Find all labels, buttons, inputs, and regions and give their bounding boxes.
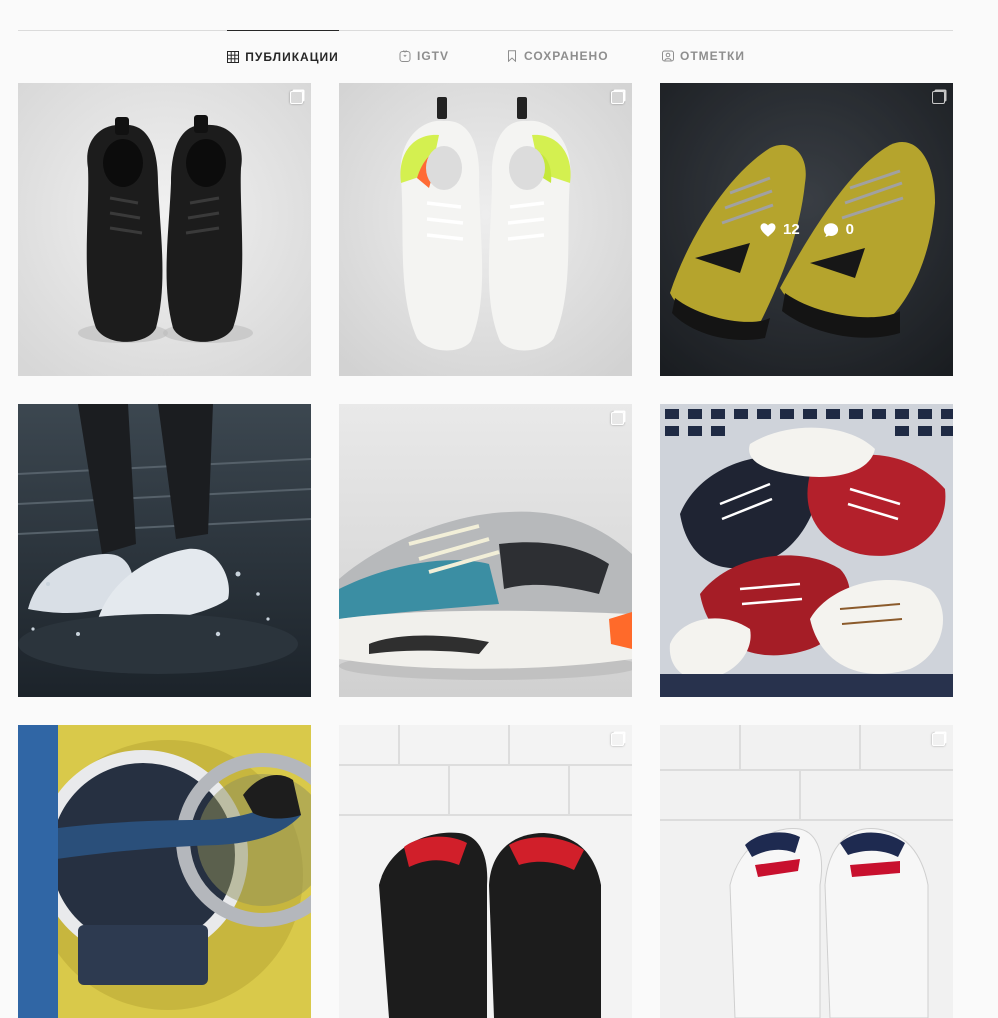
post-photo-washing-machine [18,725,311,1018]
carousel-icon [611,91,624,104]
tab-saved-label: СОХРАНЕНО [524,49,609,63]
post-tile[interactable] [339,404,632,697]
post-photo-yeezy [339,404,632,697]
post-photo-red-black-sneakers [339,725,632,1018]
heart-icon [760,222,776,237]
likes-count: 12 [782,221,800,238]
comments-count: 0 [845,221,855,238]
carousel-icon [932,733,945,746]
post-photo-splash-sneakers [18,404,311,697]
post-tile[interactable] [339,725,632,1018]
post-tile[interactable] [18,83,311,376]
post-photo-black-sneakers [18,83,311,376]
post-tile[interactable] [339,83,632,376]
post-tile[interactable] [18,404,311,697]
tab-tagged-label: ОТМЕТКИ [680,49,745,63]
post-tile[interactable] [18,725,311,1018]
likes-stat: 12 [759,221,800,239]
bookmark-icon [506,50,518,62]
carousel-icon [611,412,624,425]
post-photo-white-fila [660,725,953,1018]
tagged-icon [662,50,674,62]
tab-posts[interactable]: ПУБЛИКАЦИИ [227,30,339,82]
post-hover-overlay: 12 0 [660,83,953,376]
post-tile[interactable]: 12 0 [660,83,953,376]
tab-igtv-label: IGTV [417,49,450,63]
comments-stat: 0 [822,221,854,239]
tab-igtv[interactable]: IGTV [399,30,449,82]
carousel-icon [290,91,303,104]
tab-tagged[interactable]: ОТМЕТКИ [662,30,745,82]
grid-icon [227,50,240,63]
tab-saved[interactable]: СОХРАНЕНО [506,30,609,82]
igtv-icon [399,50,411,62]
comment-icon [823,222,838,237]
post-photo-converse-basket [660,404,953,697]
post-photo-white-nike [339,83,632,376]
profile-tabs: ПУБЛИКАЦИИ IGTV СОХРАНЕНО ОТМЕТКИ [0,30,998,82]
carousel-icon [611,733,624,746]
tab-posts-label: ПУБЛИКАЦИИ [245,49,339,64]
post-tile[interactable] [660,404,953,697]
post-tile[interactable] [660,725,953,1018]
